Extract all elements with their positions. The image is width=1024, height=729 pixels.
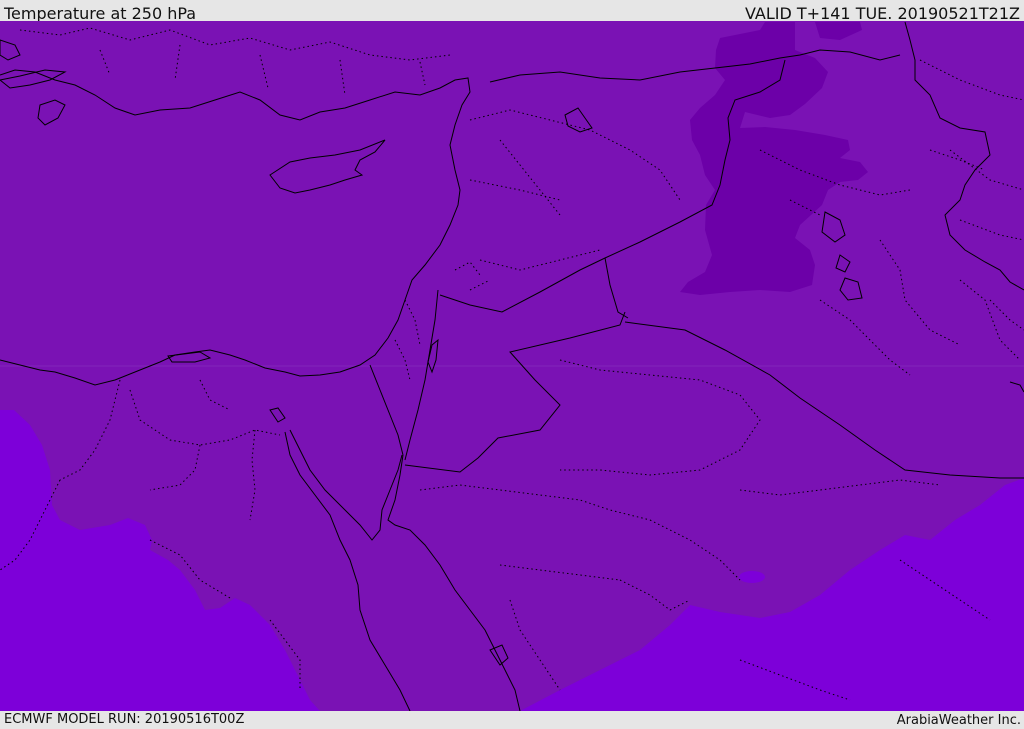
credit-label: ArabiaWeather Inc. bbox=[896, 713, 1021, 728]
temperature-map bbox=[0, 21, 1024, 711]
map-figure: Temperature at 250 hPa VALID T+141 TUE. … bbox=[0, 0, 1024, 729]
model-run-label: ECMWF MODEL RUN: 20190516T00Z bbox=[4, 712, 245, 727]
warm-blob bbox=[739, 571, 765, 583]
